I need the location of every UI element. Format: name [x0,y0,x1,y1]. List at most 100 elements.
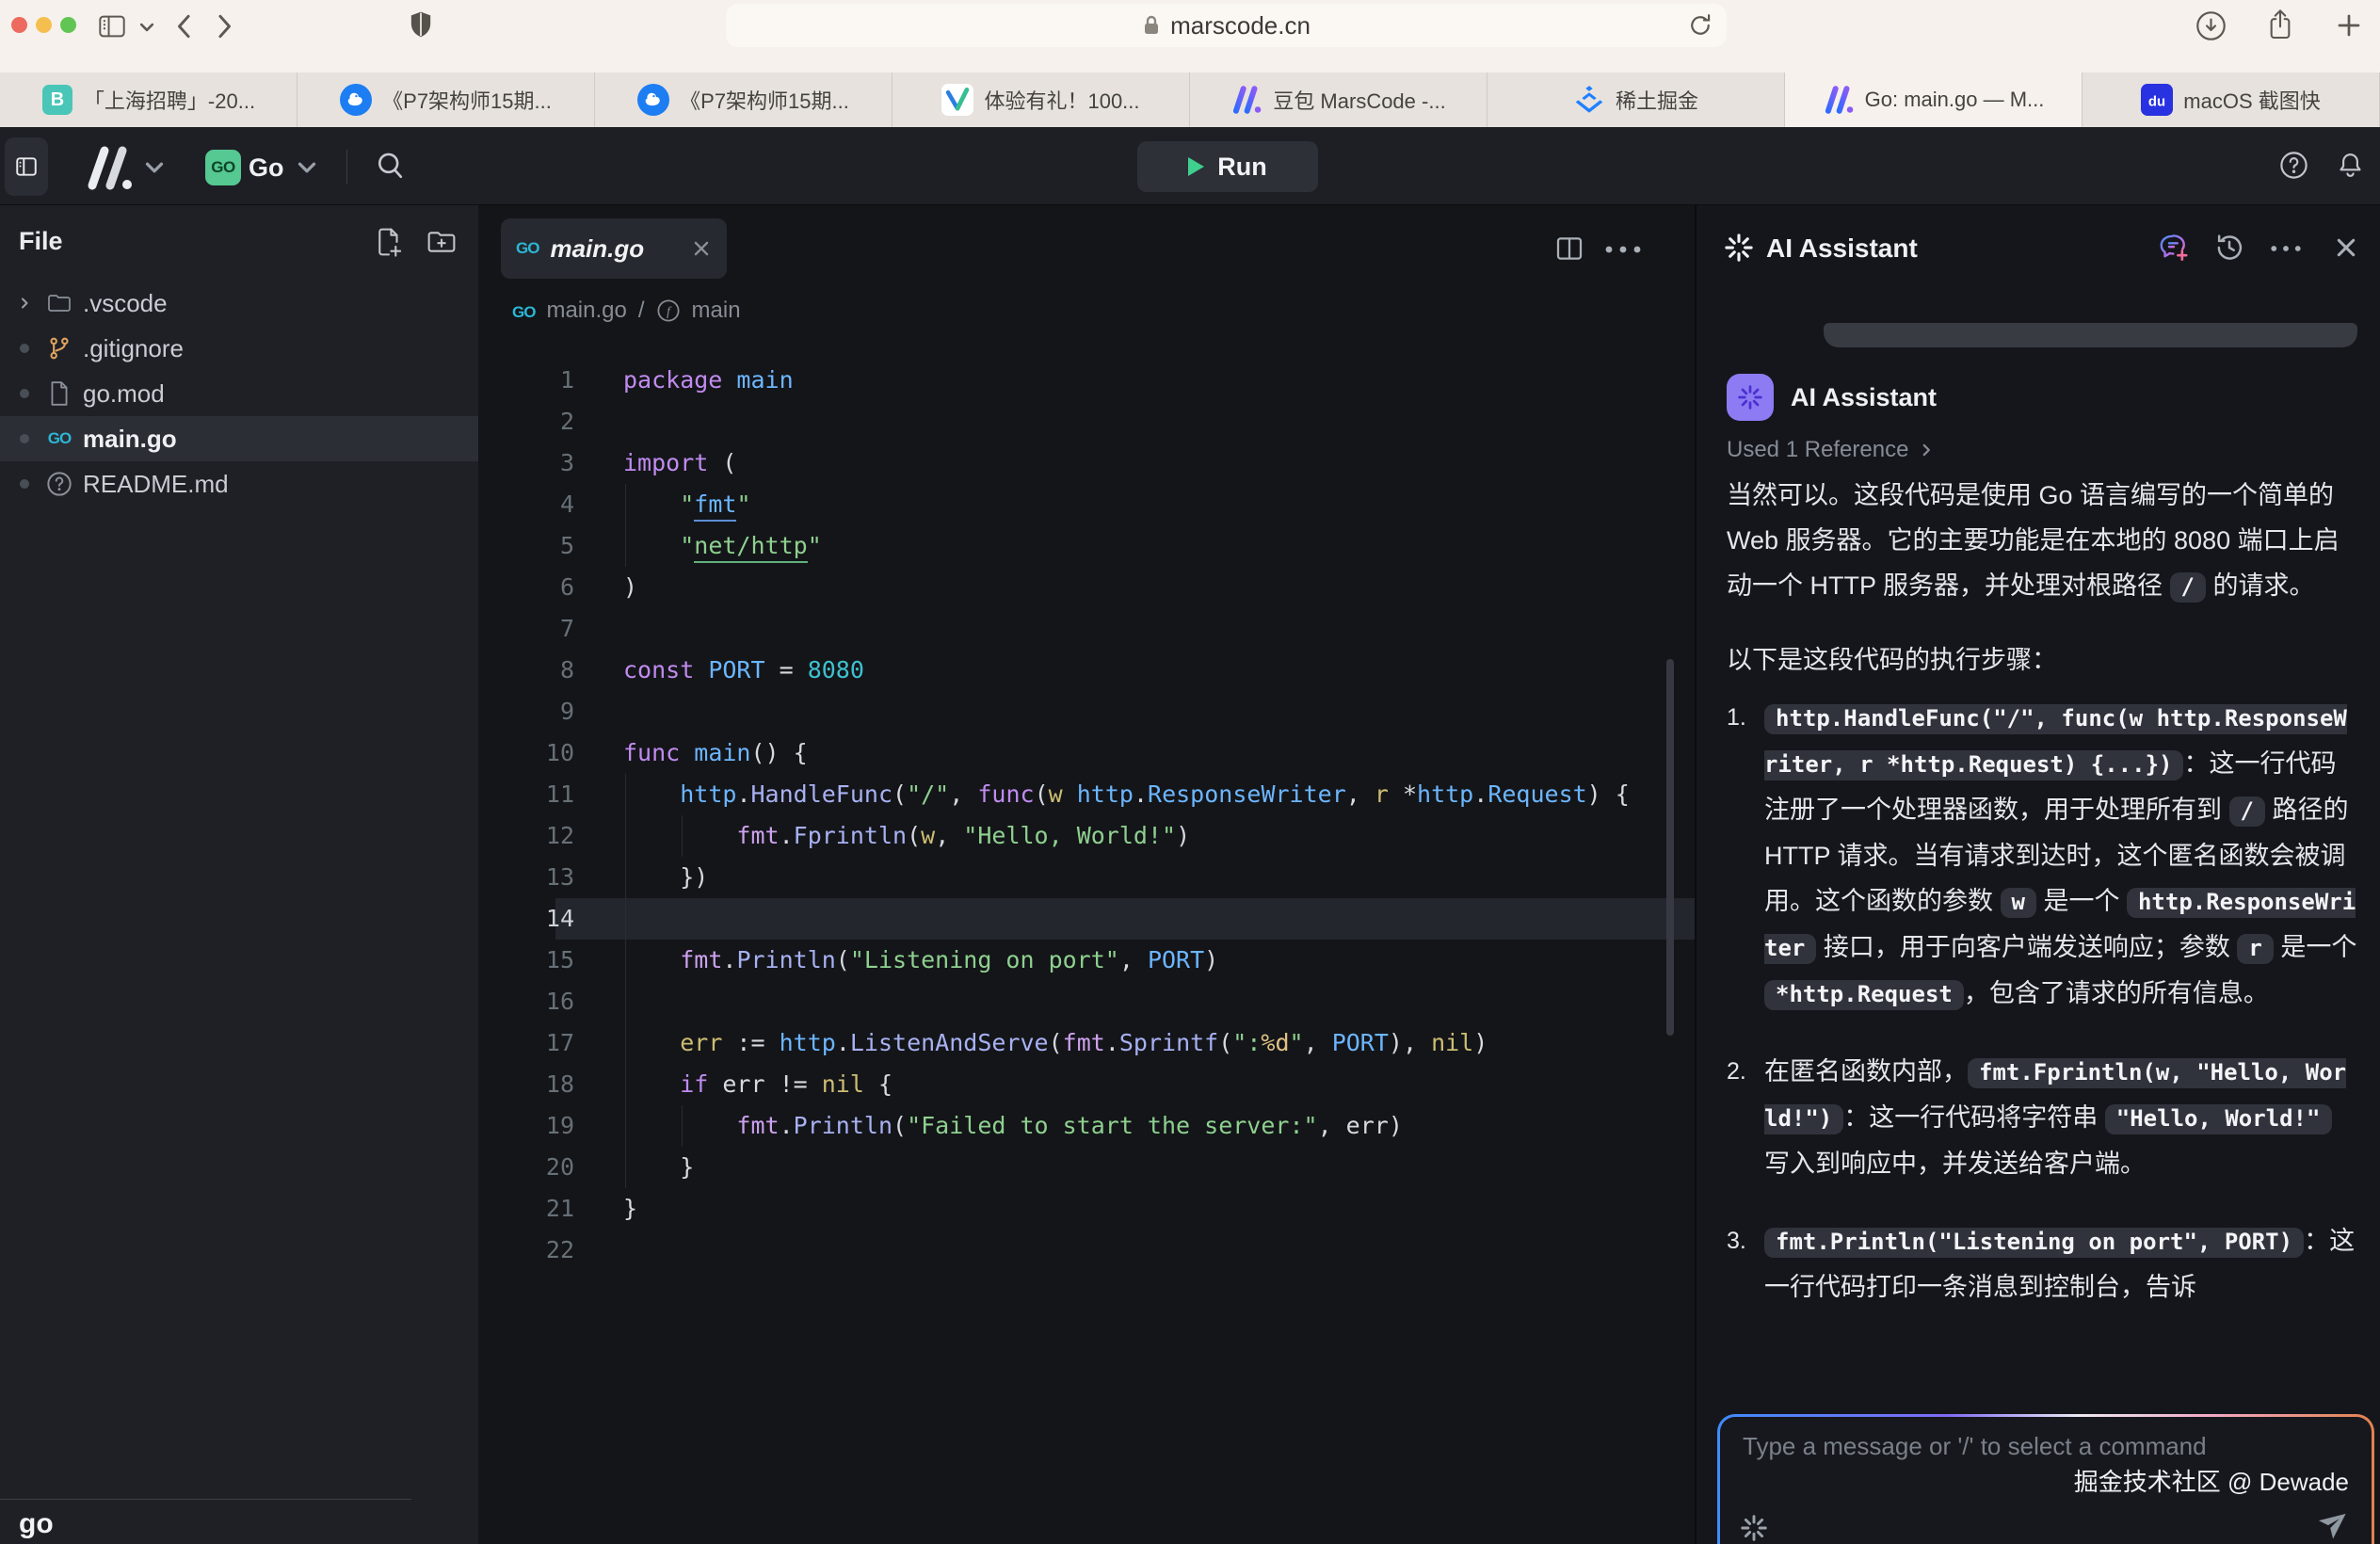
code-line-content: }) [574,857,708,898]
code-line-content: "net/http" [574,525,822,567]
breadcrumb-symbol[interactable]: main [692,298,741,324]
line-number: 8 [478,650,574,691]
tab-label: 稀土掘金 [1616,85,1698,115]
previous-message-bubble [1824,323,2357,347]
project-chevron-icon[interactable] [296,159,318,176]
notifications-bell-icon[interactable] [2336,151,2365,180]
code-area[interactable]: 1package main23import (4 "fmt"5 "net/htt… [478,339,1695,1544]
marscode-ide: GO Go Run File .vscode.gitignorego.modGO… [0,127,2380,1544]
chat-input[interactable]: Type a message or '/' to select a comman… [1720,1417,2372,1544]
downloads-icon[interactable] [2195,10,2227,41]
zoom-window-button[interactable] [60,17,76,33]
new-chat-icon[interactable] [2158,232,2190,264]
url-host: marscode.cn [1170,11,1311,40]
browser-tab[interactable]: 《P7架构师15期... [595,72,892,127]
marscode-favicon [1823,84,1855,116]
assistant-close-icon[interactable] [2333,234,2359,261]
back-icon[interactable] [175,12,192,40]
assistant-message: 当然可以。这段代码是使用 Go 语言编写的一个简单的 Web 服务器。它的主要功… [1727,473,2359,1342]
steps-heading: 以下是这段代码的执行步骤： [1727,637,2359,683]
message-text: 写入到响应中，并发送给客户端。 [1764,1150,2146,1178]
indent-guide [682,815,683,857]
minimize-window-button[interactable] [36,17,52,33]
go-file-icon: GO [516,239,539,258]
new-file-icon[interactable] [373,226,405,258]
close-tab-icon[interactable] [691,238,712,259]
browser-tab[interactable]: 稀土掘金 [1488,72,1785,127]
assistant-more-icon[interactable] [2270,243,2302,254]
message-text: 在匿名函数内部， [1764,1057,1968,1086]
split-editor-icon[interactable] [1553,233,1585,264]
send-icon[interactable] [2315,1502,2357,1544]
shield-icon[interactable] [409,10,433,39]
safari-toolbar: marscode.cn [0,0,2380,72]
line-number: 16 [478,981,574,1022]
step-item: fmt.Println("Listening on port", PORT)：这… [1727,1218,2359,1310]
indent-guide [682,1105,683,1147]
project-name[interactable]: Go [249,153,284,183]
tab-label: 《P7架构师15期... [382,85,552,115]
code-line-content: fmt.Fprintln(w, "Hello, World!") [574,815,1190,857]
sidebar-panel-toggle-button[interactable] [5,137,48,196]
run-button[interactable]: Run [1137,141,1318,192]
line-number: 12 [478,815,574,857]
folder-icon [45,289,73,317]
browser-tab[interactable]: 体验有礼！100... [892,72,1190,127]
editor-tab-main-go[interactable]: GO main.go [501,218,727,279]
chat-input-placeholder: Type a message or '/' to select a comman… [1743,1432,2349,1461]
line-number: 10 [478,732,574,774]
code-line: 19 fmt.Println("Failed to start the serv… [478,1105,1695,1147]
ai-sparkle-icon[interactable] [1741,1515,1767,1541]
code-line-content: func main() { [574,732,808,774]
file-item--gitignore[interactable]: .gitignore [0,326,478,371]
code-line: 10func main() { [478,732,1695,774]
editor-more-icon[interactable] [1604,245,1642,254]
editor-scrollbar[interactable] [1666,659,1674,1036]
sidebar-bottom-divider [0,1499,411,1500]
chevron-right-icon [1918,442,1935,458]
browser-tab-active[interactable]: Go: main.go — M... [1785,72,2082,127]
code-line: 9 [478,691,1695,732]
browser-tabstrip: B「上海招聘」-20...《P7架构师15期...《P7架构师15期...体验有… [0,72,2380,127]
code-line-content: } [574,1188,637,1230]
run-label: Run [1217,153,1266,182]
reload-icon[interactable] [1687,12,1713,39]
tab-label: 「上海招聘」-20... [84,85,255,115]
line-number: 22 [478,1230,574,1271]
new-tab-icon[interactable] [2335,11,2363,40]
file-item-go-mod[interactable]: go.mod [0,371,478,416]
code-line-content: import ( [574,442,736,484]
address-bar[interactable]: marscode.cn [726,4,1727,47]
play-icon [1188,157,1204,176]
forward-icon[interactable] [217,12,233,40]
used-reference-toggle[interactable]: Used 1 Reference [1727,437,1935,463]
history-icon[interactable] [2213,232,2245,264]
line-number: 17 [478,1022,574,1064]
file-item-readme-md[interactable]: README.md [0,461,478,507]
code-line-content: ) [574,567,637,608]
browser-tab[interactable]: dumacOS 截图快 [2082,72,2380,127]
file-item-main-go[interactable]: GOmain.go [0,416,478,461]
sidebar-chevron-icon[interactable] [137,21,156,34]
line-number: 2 [478,401,574,442]
help-icon[interactable] [2279,151,2308,180]
search-icon[interactable] [375,150,405,182]
browser-tab[interactable]: 豆包 MarsCode -... [1190,72,1488,127]
new-folder-icon[interactable] [426,226,458,258]
topbar-divider [346,150,347,184]
close-window-button[interactable] [11,17,27,33]
breadcrumb-file[interactable]: main.go [546,298,626,324]
code-line: 15 fmt.Println("Listening on port", PORT… [478,940,1695,981]
browser-tab[interactable]: B「上海招聘」-20... [0,72,298,127]
browser-tab[interactable]: 《P7架构师15期... [298,72,595,127]
file-item--vscode[interactable]: .vscode [0,281,478,326]
marscode-logo[interactable] [79,143,137,192]
duck-favicon [340,84,372,116]
svg-text:du: du [2148,94,2165,109]
inline-code-chip: fmt.Println("Listening on port", PORT) [1764,1228,2304,1258]
logo-chevron-icon[interactable] [143,159,166,176]
sidebar-toggle-icon[interactable] [98,13,126,40]
share-icon[interactable] [2267,8,2293,41]
code-line-content [574,691,623,732]
breadcrumb[interactable]: GO main.go / f main [512,292,741,330]
